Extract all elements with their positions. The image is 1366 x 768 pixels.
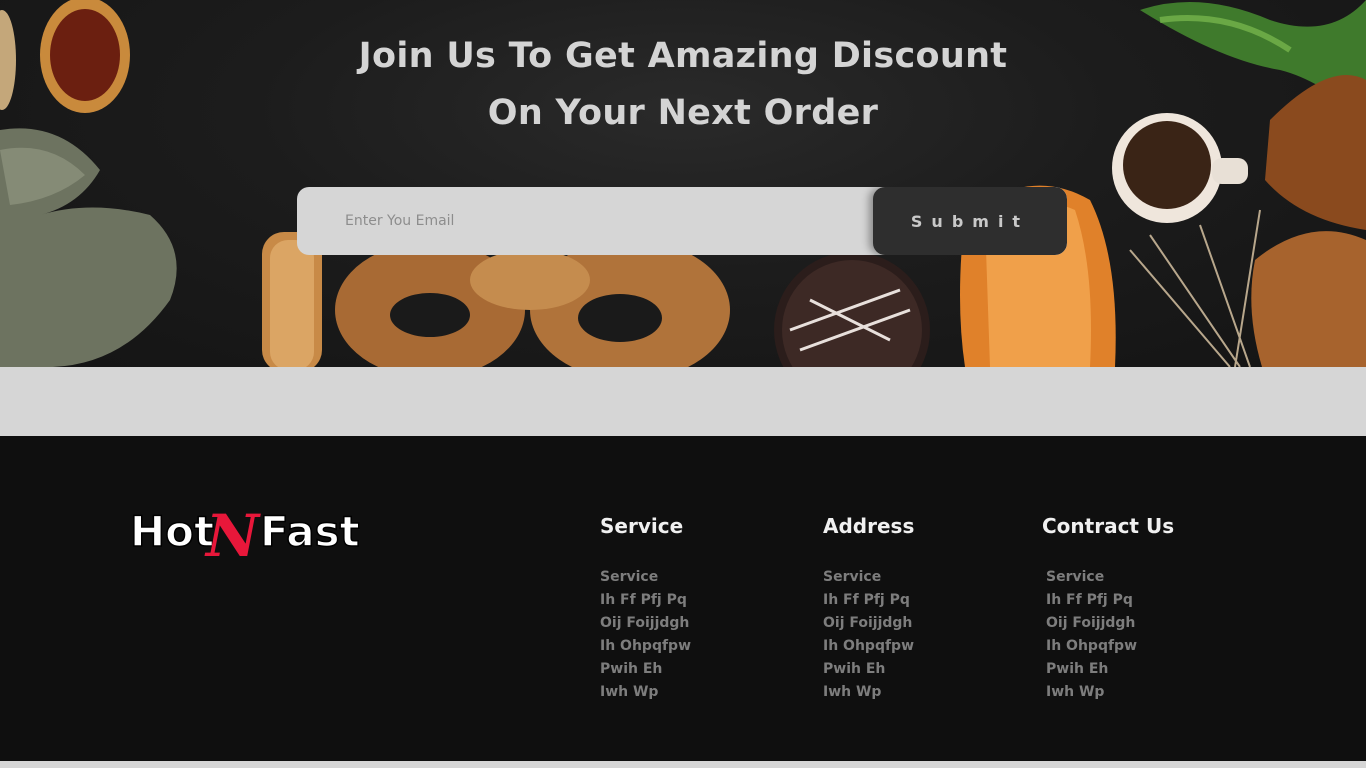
footer-link[interactable]: Oij Foijjdgh <box>600 612 691 635</box>
footer-link[interactable]: Iwh Wp <box>600 681 691 704</box>
page-bottom-edge <box>0 761 1366 768</box>
email-input[interactable] <box>297 187 877 255</box>
footer-link[interactable]: Ih Ff Pfj Pq <box>600 589 691 612</box>
footer-link[interactable]: Oij Foijjdgh <box>823 612 914 635</box>
svg-text:Fast: Fast <box>260 507 360 556</box>
footer-link-list: Service Ih Ff Pfj Pq Oij Foijjdgh Ih Ohp… <box>600 566 691 704</box>
footer-column-contact: Contract Us Service Ih Ff Pfj Pq Oij Foi… <box>1042 514 1174 704</box>
submit-button[interactable]: Submit <box>873 187 1067 255</box>
footer-link[interactable]: Ih Ohpqfpw <box>600 635 691 658</box>
svg-text:Hot: Hot <box>130 507 214 556</box>
footer-link[interactable]: Iwh Wp <box>823 681 914 704</box>
footer-column-title: Address <box>823 514 915 538</box>
footer-link[interactable]: Oij Foijjdgh <box>1046 612 1174 635</box>
newsletter-hero: Join Us To Get Amazing Discount On Your … <box>0 0 1366 367</box>
footer-link[interactable]: Pwih Eh <box>823 658 914 681</box>
footer-link[interactable]: Pwih Eh <box>600 658 691 681</box>
footer-link[interactable]: Pwih Eh <box>1046 658 1174 681</box>
footer-column-title: Service <box>600 514 684 538</box>
section-divider-band <box>0 367 1366 436</box>
footer-link[interactable]: Service <box>823 566 914 589</box>
hotnfast-logo[interactable]: Hot N Fast <box>128 498 383 566</box>
footer-link[interactable]: Ih Ff Pfj Pq <box>1046 589 1174 612</box>
newsletter-form: Submit <box>297 187 1067 255</box>
svg-text:N: N <box>204 502 261 566</box>
footer-link[interactable]: Ih Ff Pfj Pq <box>823 589 914 612</box>
footer-link[interactable]: Ih Ohpqfpw <box>823 635 914 658</box>
site-footer: Hot N Fast Service Service Ih Ff Pfj Pq … <box>0 436 1366 761</box>
hero-headline-line-2: On Your Next Order <box>487 93 879 133</box>
footer-link[interactable]: Service <box>600 566 691 589</box>
hero-headline-line-1: Join Us To Get Amazing Discount <box>358 36 1008 76</box>
footer-link-list: Service Ih Ff Pfj Pq Oij Foijjdgh Ih Ohp… <box>823 566 914 704</box>
footer-column-title: Contract Us <box>1042 514 1175 538</box>
footer-column-service: Service Service Ih Ff Pfj Pq Oij Foijjdg… <box>600 514 691 704</box>
footer-link[interactable]: Service <box>1046 566 1174 589</box>
footer-column-address: Address Service Ih Ff Pfj Pq Oij Foijjdg… <box>823 514 914 704</box>
footer-link-list: Service Ih Ff Pfj Pq Oij Foijjdgh Ih Ohp… <box>1042 566 1174 704</box>
footer-link[interactable]: Iwh Wp <box>1046 681 1174 704</box>
footer-link[interactable]: Ih Ohpqfpw <box>1046 635 1174 658</box>
